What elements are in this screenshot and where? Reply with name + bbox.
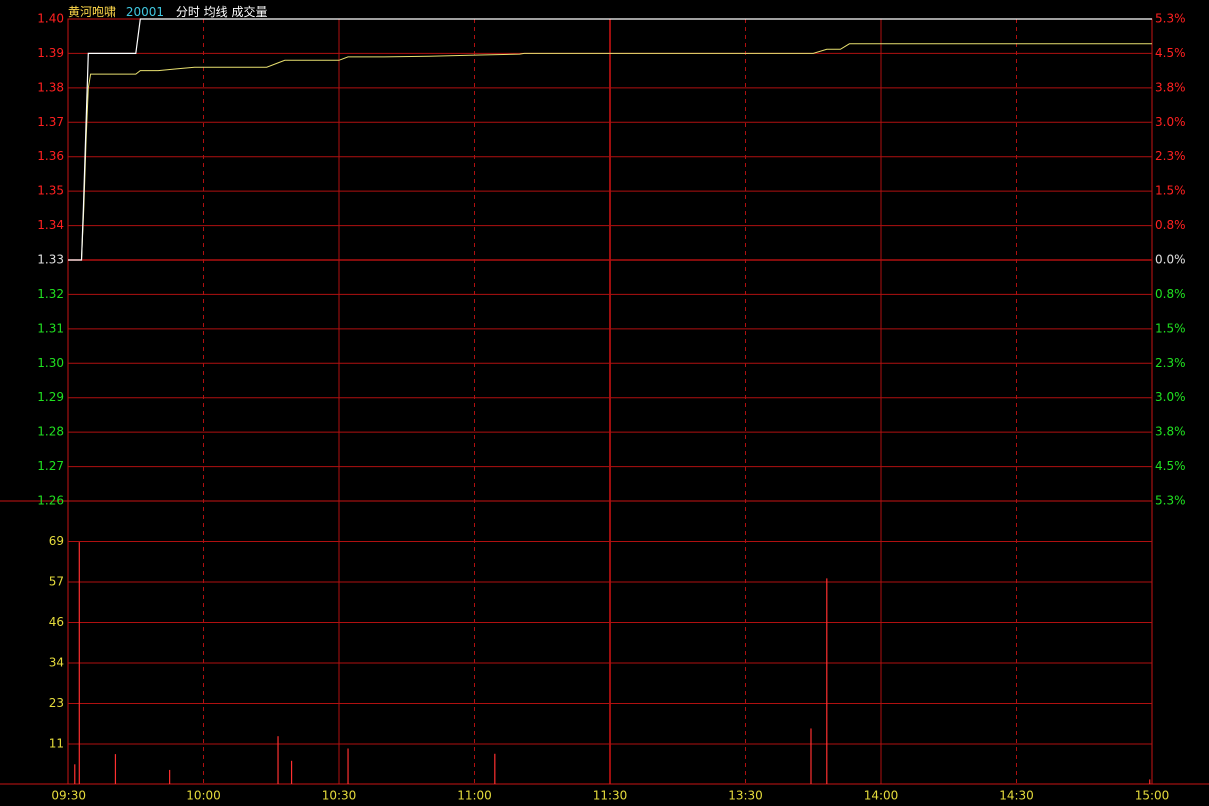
volume-tick-label: 34 [49,656,64,670]
percent-tick-label: 2.3% [1155,356,1186,370]
time-tick-label: 14:30 [999,789,1034,803]
price-tick-label: 1.31 [37,321,64,335]
time-tick-label: 14:00 [864,789,899,803]
percent-tick-label: 0.0% [1155,253,1186,267]
percent-tick-label: 4.5% [1155,459,1186,473]
time-tick-label: 11:00 [457,789,492,803]
chart-legend: 分时 均线 成交量 [175,5,268,19]
volume-tick-label: 46 [49,615,64,629]
price-tick-label: 1.40 [37,12,64,26]
stock-code: 20001 [125,5,165,19]
volume-tick-label: 69 [49,534,64,548]
percent-tick-label: 4.5% [1155,46,1186,60]
percent-tick-label: 3.0% [1155,115,1186,129]
percent-tick-label: 1.5% [1155,184,1186,198]
stock-name: 黄河咆啸 [68,5,117,19]
time-tick-label: 11:30 [593,789,628,803]
volume-tick-label: 23 [49,696,64,710]
price-tick-label: 1.36 [37,149,64,163]
price-tick-label: 1.32 [37,287,64,301]
price-tick-label: 1.38 [37,80,64,94]
percent-tick-label: 0.8% [1155,218,1186,232]
price-tick-label: 1.28 [37,425,64,439]
percent-tick-label: 3.8% [1155,425,1186,439]
time-tick-label: 15:00 [1135,789,1170,803]
volume-tick-label: 57 [49,575,64,589]
intraday-chart: 1.40 1.39 1.38 1.37 1.36 1.35 1.34 1.33 1.32 1.31… [0,12,1209,803]
price-tick-label: 1.27 [37,459,64,473]
time-tick-label: 13:30 [728,789,763,803]
percent-tick-label: 5.3% [1155,12,1186,26]
price-tick-label: 1.33 [37,253,64,267]
chart-header: 黄河咆啸 20001 分时 均线 成交量 [68,3,268,20]
time-tick-label: 09:30 [51,789,86,803]
price-tick-label: 1.34 [37,218,64,232]
price-tick-label: 1.26 [37,494,64,508]
chart-grid [0,18,1209,785]
price-tick-label: 1.35 [37,184,64,198]
percent-tick-label: 1.5% [1155,321,1186,335]
percent-tick-label: 3.0% [1155,390,1186,404]
price-tick-label: 1.37 [37,115,64,129]
axis-labels: 1.40 1.39 1.38 1.37 1.36 1.35 1.34 1.33 1.32 1.31… [37,12,1185,803]
percent-tick-label: 3.8% [1155,80,1186,94]
volume-tick-label: 11 [49,737,64,751]
time-tick-label: 10:00 [186,789,221,803]
percent-tick-label: 0.8% [1155,287,1186,301]
price-tick-label: 1.29 [37,390,64,404]
price-tick-label: 1.39 [37,46,64,60]
price-tick-label: 1.30 [37,356,64,370]
time-tick-label: 10:30 [322,789,357,803]
percent-tick-label: 5.3% [1155,494,1186,508]
percent-tick-label: 2.3% [1155,149,1186,163]
